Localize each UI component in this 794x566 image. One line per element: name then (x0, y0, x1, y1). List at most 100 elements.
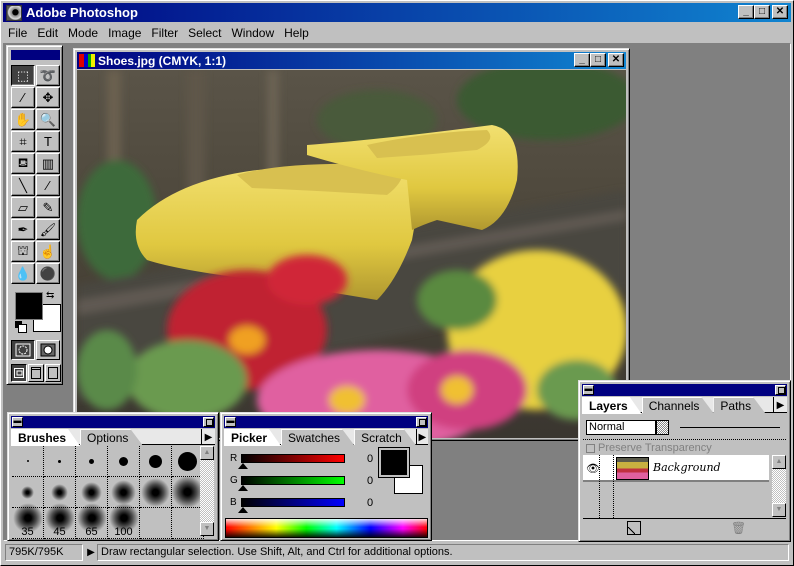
layer-row-background[interactable]: 👁 Background (583, 455, 769, 518)
tool-paintbrush[interactable]: 🖌 (36, 219, 60, 240)
menu-select[interactable]: Select (183, 26, 226, 40)
image-canvas[interactable] (77, 70, 626, 438)
brush-preset[interactable]: 35 (12, 503, 44, 539)
default-colors-icon[interactable] (15, 321, 27, 333)
brushes-title-bar[interactable]: ▬ (11, 416, 215, 428)
trash-icon[interactable]: 🗑 (731, 521, 746, 536)
tool-airbrush[interactable]: ✒ (11, 219, 35, 240)
maximize-button[interactable]: □ (754, 5, 770, 19)
palette-close-button[interactable]: ▬ (12, 417, 23, 427)
tool-lasso[interactable]: ➰ (36, 65, 60, 86)
brush-preset[interactable]: 45 (44, 503, 76, 539)
palette-menu-arrow-icon[interactable]: ▶ (415, 429, 428, 445)
blue-slider[interactable] (241, 498, 345, 507)
palette-close-button[interactable]: ▬ (583, 385, 594, 395)
full-screen-button[interactable] (45, 364, 61, 382)
menu-edit[interactable]: Edit (32, 26, 63, 40)
red-slider[interactable] (241, 454, 345, 463)
palette-menu-arrow-icon[interactable]: ▶ (201, 429, 215, 445)
document-title-bar[interactable]: Shoes.jpg (CMYK, 1:1) _ □ ✕ (77, 52, 626, 69)
tool-pencil[interactable]: ✎ (36, 197, 60, 218)
scroll-down-button[interactable]: ▼ (772, 503, 786, 517)
empty-brush-slot[interactable] (140, 508, 172, 539)
blend-mode-dropdown-button[interactable] (656, 420, 669, 435)
tab-swatches[interactable]: Swatches (281, 429, 354, 445)
tool-hand[interactable]: ✋ (11, 109, 35, 130)
layers-title-bar[interactable]: ▬ (582, 384, 787, 396)
brush-preset[interactable] (108, 446, 140, 477)
brush-preset[interactable] (140, 477, 172, 508)
tab-paths[interactable]: Paths (713, 397, 765, 413)
tool-gradient[interactable]: ▥ (36, 153, 60, 174)
tool-burn[interactable]: ⚫ (36, 263, 60, 284)
scroll-up-button[interactable]: ▲ (772, 455, 786, 469)
quick-mask-button[interactable] (36, 340, 60, 360)
brush-preset[interactable] (140, 446, 172, 477)
palette-zoom-button[interactable] (203, 417, 214, 427)
new-layer-icon[interactable] (627, 521, 641, 535)
palette-close-button[interactable]: ▬ (225, 417, 236, 427)
standard-mode-button[interactable] (11, 340, 35, 360)
brush-preset[interactable] (12, 446, 44, 477)
tool-rectangular-marquee[interactable]: ⬚ (11, 65, 35, 86)
brushes-scrollbar[interactable]: ▲ ▼ (200, 446, 214, 536)
menu-filter[interactable]: Filter (146, 26, 183, 40)
menu-mode[interactable]: Mode (63, 26, 103, 40)
status-menu-arrow-icon[interactable]: ▶ (85, 544, 97, 561)
doc-minimize-button[interactable]: _ (574, 53, 590, 67)
palette-zoom-button[interactable] (775, 385, 786, 395)
tool-blur[interactable]: 💧 (11, 263, 35, 284)
full-screen-menu-button[interactable] (28, 364, 44, 382)
red-slider-thumb[interactable] (238, 463, 248, 469)
menu-file[interactable]: File (3, 26, 32, 40)
tab-channels[interactable]: Channels (642, 397, 714, 413)
menu-help[interactable]: Help (279, 26, 314, 40)
tool-type[interactable]: T (36, 131, 60, 152)
close-button[interactable]: ✕ (772, 5, 788, 19)
menu-image[interactable]: Image (103, 26, 146, 40)
green-slider-thumb[interactable] (238, 485, 248, 491)
scroll-up-button[interactable]: ▲ (200, 446, 214, 460)
palette-menu-arrow-icon[interactable]: ▶ (773, 397, 787, 413)
tool-paint-bucket[interactable]: ⛾ (11, 153, 35, 174)
tool-line[interactable]: ╲ (11, 175, 35, 196)
tab-layers[interactable]: Layers (582, 397, 642, 414)
tab-brushes[interactable]: Brushes (11, 429, 80, 446)
picker-foreground-swatch[interactable] (378, 447, 410, 478)
tab-picker[interactable]: Picker (224, 429, 281, 446)
tool-rubber-stamp[interactable]: ⛫ (11, 241, 35, 262)
document-icon[interactable] (79, 54, 95, 67)
tool-smudge[interactable]: ☝ (36, 241, 60, 262)
tool-eraser[interactable]: ▱ (11, 197, 35, 218)
doc-maximize-button[interactable]: □ (590, 53, 606, 67)
foreground-color-swatch[interactable] (15, 292, 43, 320)
brush-preset[interactable]: 65 (76, 503, 108, 539)
scroll-down-button[interactable]: ▼ (200, 522, 214, 536)
tool-move[interactable]: ✥ (36, 87, 60, 108)
palette-zoom-button[interactable] (416, 417, 427, 427)
tool-crop[interactable]: ⌗ (11, 131, 35, 152)
standard-screen-button[interactable] (11, 364, 27, 382)
tool-magic-wand[interactable]: ⁄ (11, 87, 35, 108)
menu-window[interactable]: Window (226, 26, 279, 40)
green-slider[interactable] (241, 476, 345, 485)
doc-close-button[interactable]: ✕ (608, 53, 624, 67)
tool-zoom[interactable]: 🔍 (36, 109, 60, 130)
tab-scratch[interactable]: Scratch (354, 429, 416, 445)
app-title-bar[interactable]: Adobe Photoshop _ □ ✕ (3, 3, 791, 22)
picker-title-bar[interactable]: ▬ (224, 416, 428, 428)
color-spectrum-bar[interactable] (225, 518, 428, 538)
swap-colors-icon[interactable]: ⇆ (46, 290, 54, 301)
tab-options[interactable]: Options (80, 429, 142, 445)
blue-slider-thumb[interactable] (238, 507, 248, 513)
brush-preset[interactable] (44, 446, 76, 477)
tool-eyedropper[interactable]: ⁄ (36, 175, 60, 196)
blend-mode-select[interactable]: Normal (586, 420, 656, 435)
minimize-button[interactable]: _ (738, 5, 754, 19)
opacity-slider-track[interactable] (680, 427, 780, 428)
eye-visibility-icon[interactable]: 👁 (586, 462, 600, 475)
photoshop-eye-icon[interactable] (6, 4, 22, 21)
layers-scrollbar[interactable]: ▲ ▼ (772, 455, 786, 517)
brush-preset[interactable] (76, 446, 108, 477)
brush-preset[interactable]: 100 (108, 503, 140, 539)
